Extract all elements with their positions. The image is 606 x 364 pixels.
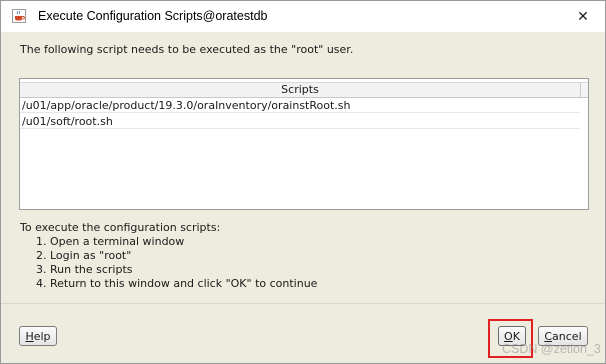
cancel-label-rest: ancel (552, 330, 582, 343)
help-button[interactable]: Help (19, 326, 57, 346)
help-mnemonic: H (25, 330, 34, 343)
java-cup-icon (12, 9, 26, 23)
ok-button[interactable]: OK (498, 326, 526, 346)
instructions-intro: To execute the configuration scripts: (20, 221, 221, 234)
instruction-step: 2. Login as "root" (36, 249, 132, 262)
configuration-scripts-dialog: Execute Configuration Scripts@oratestdb … (0, 0, 606, 364)
divider (1, 303, 605, 304)
help-label-rest: elp (33, 330, 51, 343)
cancel-mnemonic: C (544, 330, 553, 343)
title-bar: Execute Configuration Scripts@oratestdb … (1, 1, 605, 32)
instruction-step: 1. Open a terminal window (36, 235, 185, 248)
close-icon: ✕ (577, 9, 589, 25)
scripts-column-header[interactable]: Scripts (20, 82, 580, 98)
ok-mnemonic: O (504, 330, 513, 343)
instruction-step: 3. Run the scripts (36, 263, 133, 276)
close-button[interactable]: ✕ (571, 7, 595, 27)
execution-instructions: To execute the configuration scripts: 1.… (20, 221, 317, 291)
ok-label-rest: K (512, 330, 520, 343)
table-header-corner (580, 82, 588, 98)
instruction-message: The following script needs to be execute… (20, 43, 354, 56)
scripts-table[interactable]: Scripts /u01/app/oracle/product/19.3.0/o… (19, 78, 589, 210)
window-title: Execute Configuration Scripts@oratestdb (38, 9, 268, 23)
instruction-step: 4. Return to this window and click "OK" … (36, 277, 318, 290)
cancel-button[interactable]: Cancel (538, 326, 588, 346)
table-row[interactable]: /u01/app/oracle/product/19.3.0/oraInvent… (20, 98, 580, 113)
table-row[interactable]: /u01/soft/root.sh (20, 114, 580, 129)
